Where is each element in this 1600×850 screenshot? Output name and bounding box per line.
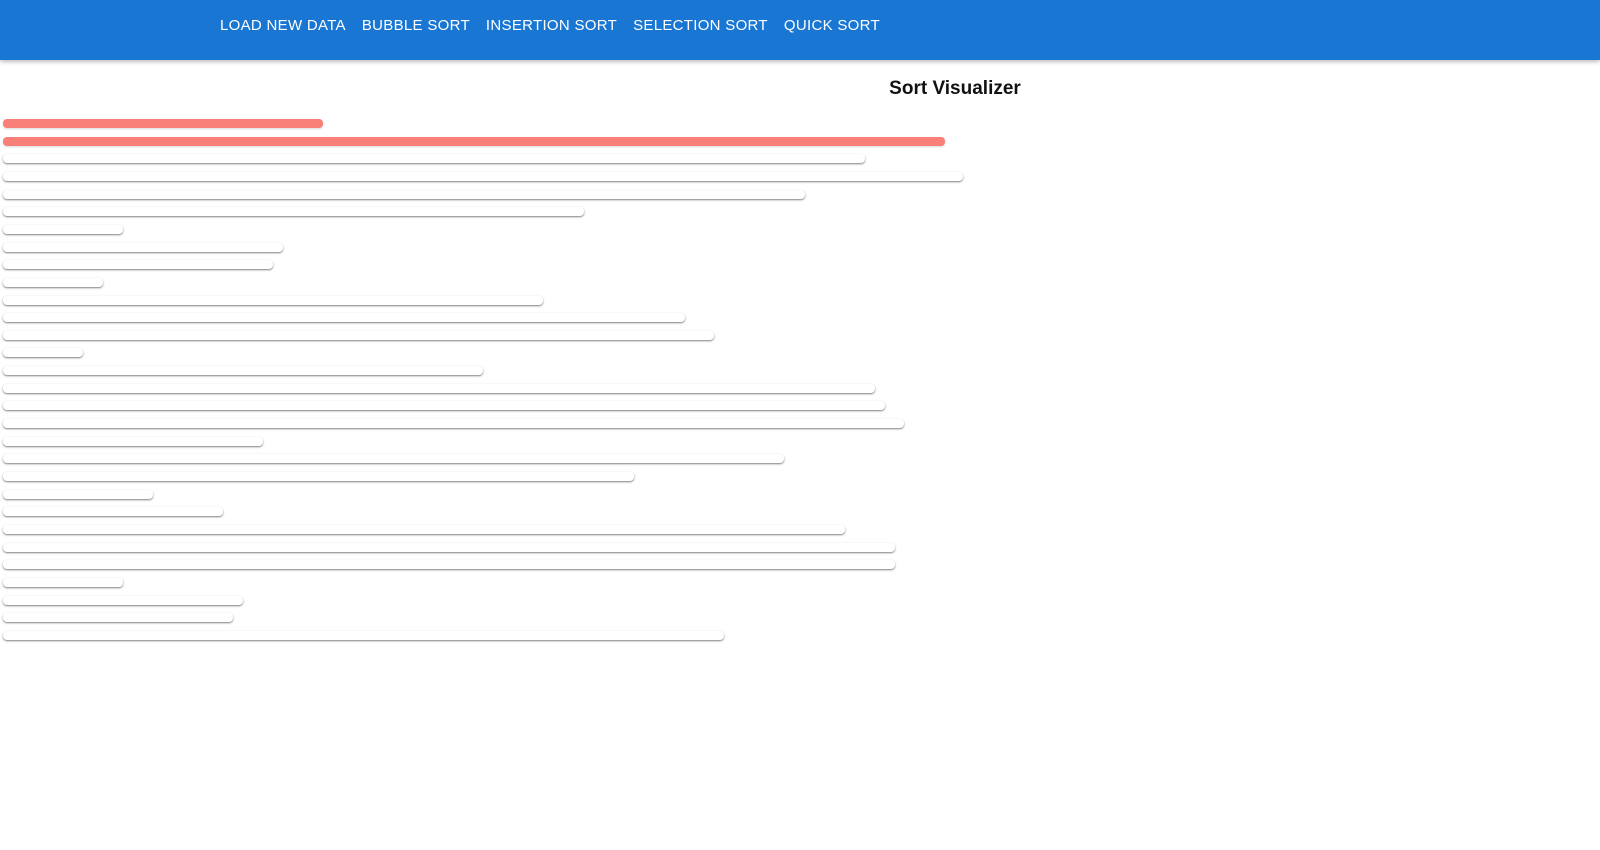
sort-bar bbox=[3, 242, 284, 252]
insertion-sort-button[interactable]: INSERTION SORT bbox=[478, 14, 625, 38]
sort-bar bbox=[3, 507, 223, 517]
sort-bar bbox=[3, 295, 544, 305]
sort-bar bbox=[3, 224, 123, 234]
sort-bar bbox=[3, 260, 273, 270]
sort-bar bbox=[3, 189, 805, 199]
sort-bar bbox=[3, 348, 83, 358]
sort-bar bbox=[3, 419, 905, 429]
sort-bar-active bbox=[3, 119, 323, 128]
sort-bar bbox=[3, 330, 715, 340]
sort-bar bbox=[3, 472, 634, 481]
app-bar: LOAD NEW DATA BUBBLE SORT INSERTION SORT… bbox=[0, 0, 1600, 60]
sort-bar bbox=[3, 313, 685, 323]
sort-bar bbox=[3, 577, 123, 587]
bubble-sort-button[interactable]: BUBBLE SORT bbox=[354, 14, 478, 38]
sort-bar bbox=[3, 383, 875, 393]
sort-bar bbox=[3, 489, 153, 499]
sort-bars-container bbox=[3, 0, 1003, 700]
sort-bar bbox=[3, 207, 584, 217]
sort-bar bbox=[3, 542, 895, 552]
sort-bar bbox=[3, 560, 895, 570]
sort-bar bbox=[3, 277, 103, 287]
sort-bar bbox=[3, 613, 234, 623]
sort-bar bbox=[3, 154, 866, 164]
sort-bar-active bbox=[3, 136, 945, 146]
sort-bar bbox=[3, 454, 785, 464]
sort-bar bbox=[3, 171, 963, 181]
sort-bar bbox=[3, 630, 724, 640]
selection-sort-button[interactable]: SELECTION SORT bbox=[625, 14, 776, 38]
toolbar-nav: LOAD NEW DATA BUBBLE SORT INSERTION SORT… bbox=[212, 14, 888, 38]
sort-bar bbox=[3, 401, 886, 411]
sort-bar bbox=[3, 436, 264, 446]
sort-bar bbox=[3, 366, 483, 376]
sort-bar bbox=[3, 595, 243, 605]
load-new-data-button[interactable]: LOAD NEW DATA bbox=[212, 14, 354, 38]
quick-sort-button[interactable]: QUICK SORT bbox=[776, 14, 888, 38]
sort-bar bbox=[3, 524, 845, 534]
